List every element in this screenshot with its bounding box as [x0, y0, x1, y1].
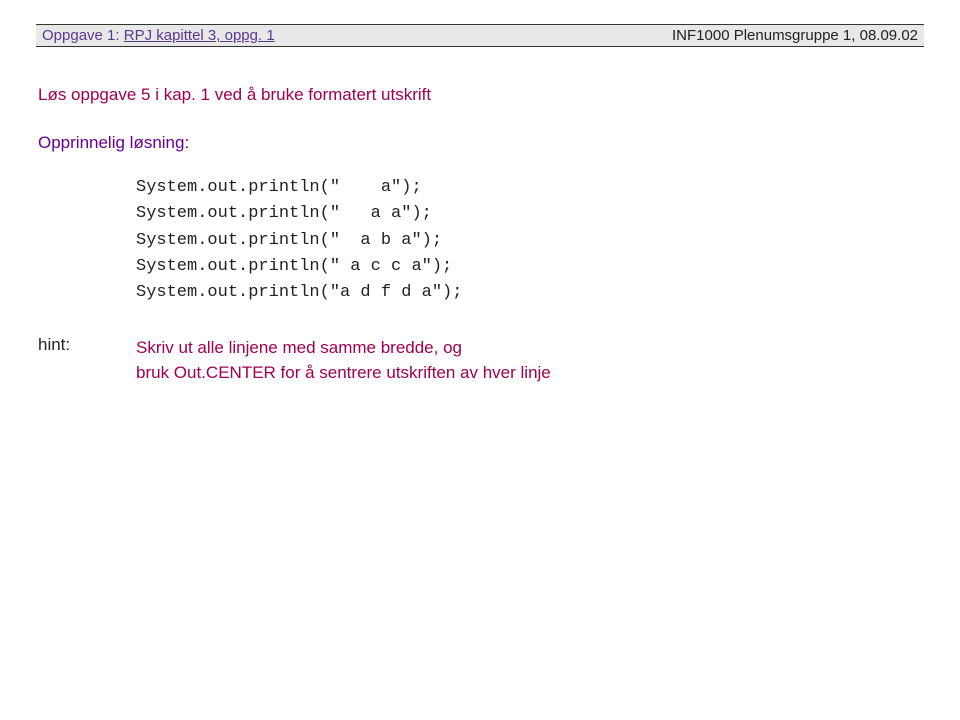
code-line: System.out.println(" a"); — [136, 178, 422, 197]
document-page: Oppgave 1: RPJ kapittel 3, oppg. 1 INF10… — [0, 0, 960, 410]
hint-text: Skriv ut alle linjene med samme bredde, … — [136, 335, 551, 386]
section-label: Opprinnelig løsning: — [38, 133, 924, 153]
code-line: System.out.println(" a a"); — [136, 204, 432, 223]
hint-line-1: Skriv ut alle linjene med samme bredde, … — [136, 338, 462, 357]
code-line: System.out.println(" a b a"); — [136, 231, 442, 250]
header-prefix: Oppgave 1: — [42, 27, 124, 44]
hint-row: hint: Skriv ut alle linjene med samme br… — [38, 335, 924, 386]
header-left: Oppgave 1: RPJ kapittel 3, oppg. 1 — [42, 27, 275, 44]
hint-line-2: bruk Out.CENTER for å sentrere utskrifte… — [136, 363, 551, 382]
header-chapter-link: RPJ kapittel 3, oppg. 1 — [124, 27, 275, 44]
code-line: System.out.println("a d f d a"); — [136, 283, 462, 302]
code-block: System.out.println(" a"); System.out.pri… — [136, 175, 924, 307]
header-right: INF1000 Plenumsgruppe 1, 08.09.02 — [672, 27, 918, 44]
task-title: Løs oppgave 5 i kap. 1 ved å bruke forma… — [38, 85, 924, 105]
header-bar: Oppgave 1: RPJ kapittel 3, oppg. 1 INF10… — [36, 24, 924, 47]
hint-label: hint: — [38, 335, 136, 386]
code-line: System.out.println(" a c c a"); — [136, 257, 452, 276]
